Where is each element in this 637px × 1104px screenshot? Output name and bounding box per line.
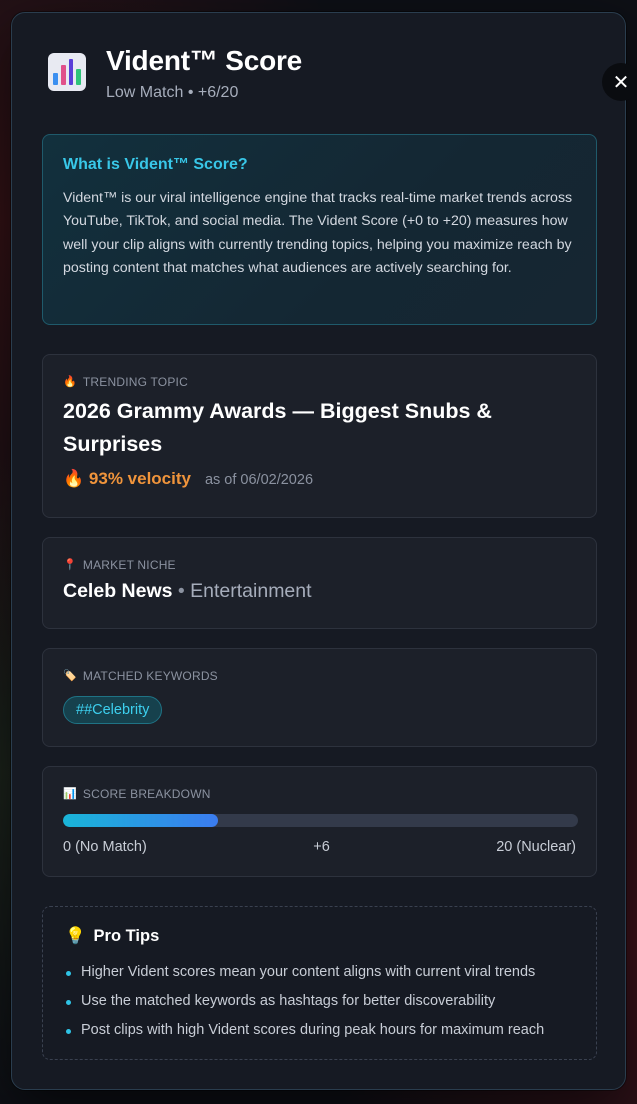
bar-chart-icon: 📊 [63,787,77,800]
niche-label: MARKET NICHE [82,558,176,572]
niche-sub: Entertainment [190,580,312,602]
niche-main: Celeb News [63,580,173,602]
scale-min-label: 0 (No Match) [63,839,147,855]
close-button[interactable]: ✕ [602,63,637,101]
score-bar-fill [63,814,218,827]
tip-item: Post clips with high Vident scores durin… [65,1016,574,1045]
vident-info-box: What is Vident™ Score? Vident™ is our vi… [42,134,597,325]
keywords-label: MATCHED KEYWORDS [82,669,218,683]
breakdown-label: SCORE BREAKDOWN [82,787,211,801]
trending-topic-card: 🔥 TRENDING TOPIC 2026 Grammy Awards — Bi… [42,354,597,518]
tag-icon: 🏷️ [63,669,77,682]
fire-icon: 🔥 [63,375,77,388]
tip-item: Higher Vident scores mean your content a… [65,958,574,987]
vident-score-modal: Vident™ Score Low Match • +6/20 ✕ What i… [11,12,637,1090]
score-bar-track [63,814,578,827]
score-breakdown-card: 📊 SCORE BREAKDOWN 0 (No Match) +6 20 (Nu… [42,766,597,877]
pin-icon: 📍 [63,558,77,571]
trending-title: 2026 Grammy Awards — Biggest Snubs & Sur… [63,399,492,456]
modal-title: Vident™ Score [106,45,303,76]
info-body: Vident™ is our viral intelligence engine… [63,190,573,277]
velocity-row: 🔥 93% velocity as of 06/02/2026 [63,469,576,489]
scale-max-label: 20 (Nuclear) [496,839,576,855]
keyword-chip[interactable]: ##Celebrity [63,696,163,724]
as-of-date: as of 06/02/2026 [204,472,314,488]
score-scale: 0 (No Match) +6 20 (Nuclear) [63,839,576,855]
tips-title: Pro Tips [93,927,160,945]
info-title: What is Vident™ Score? [63,156,248,173]
close-icon: ✕ [612,71,630,94]
niche-separator: • [177,580,185,602]
lightbulb-icon: 💡 [65,927,86,945]
tips-list: Higher Vident scores mean your content a… [65,958,574,1045]
modal-header: Vident™ Score Low Match • +6/20 ✕ [46,43,637,107]
pro-tips-box: 💡 Pro Tips Higher Vident scores mean you… [42,906,597,1060]
modal-subtitle: Low Match • +6/20 [106,84,239,101]
niche-row: Celeb News • Entertainment [63,580,576,603]
tip-item: Use the matched keywords as hashtags for… [65,987,574,1016]
bar-chart-icon [48,53,86,91]
velocity-value: 93% velocity [88,469,191,488]
fire-icon: 🔥 [63,469,85,488]
scale-value-label: +6 [313,839,330,855]
trending-label: TRENDING TOPIC [82,375,188,389]
market-niche-card: 📍 MARKET NICHE Celeb News • Entertainmen… [42,537,597,629]
matched-keywords-card: 🏷️ MATCHED KEYWORDS ##Celebrity [42,648,597,747]
